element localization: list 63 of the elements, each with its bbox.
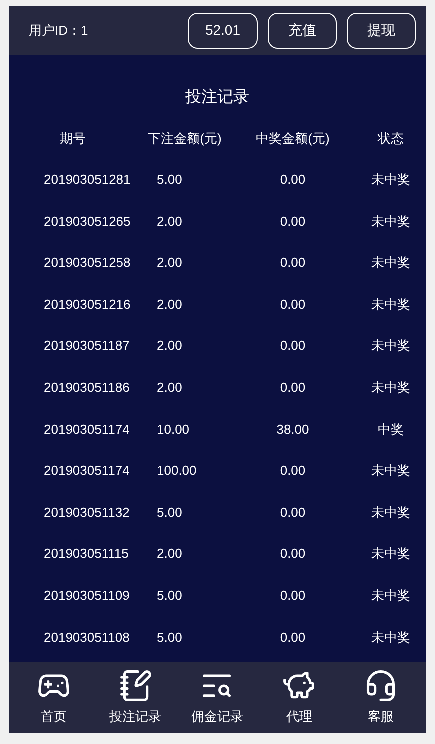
table-cell-text: 5.00 xyxy=(156,586,184,605)
table-cell-text: 201903051187 xyxy=(43,337,131,356)
table-cell-text: 201903051265 xyxy=(43,212,132,231)
table-cell-text: 201903051186 xyxy=(43,379,131,398)
table-cell-text: 0.00 xyxy=(279,296,307,314)
table-cell-text: 中奖 xyxy=(377,420,405,439)
nav-tab[interactable]: 佣金记录 xyxy=(178,668,256,726)
user-id: 用户ID：1 xyxy=(29,22,90,40)
recharge-button[interactable]: 充值 xyxy=(268,12,337,48)
table-cell-text: 5.00 xyxy=(156,504,184,522)
table-cell-text: 未中奖 xyxy=(370,296,412,314)
table-cell-text: 201903051115 xyxy=(43,545,130,564)
table-cell-text: 0.00 xyxy=(279,586,307,605)
table-cell-text: 未中奖 xyxy=(370,212,412,231)
balance-button[interactable]: 52.01 xyxy=(188,12,258,48)
table-cell-text: 38.00 xyxy=(276,420,310,439)
column-header: 下注金额(元) xyxy=(147,130,223,148)
table-cell-text: 10.00 xyxy=(156,420,191,439)
table-cell-text: 未中奖 xyxy=(370,586,412,605)
page-title: 投注记录 xyxy=(184,88,250,108)
nav-tab[interactable]: 投注记录 xyxy=(96,668,175,726)
table-cell-text: 5.00 xyxy=(156,628,184,647)
table-cell-text: 201903051132 xyxy=(43,504,131,522)
nav-tab[interactable]: 客服 xyxy=(342,668,420,726)
table-cell-text: 2.00 xyxy=(156,212,184,231)
table-cell-text: 0.00 xyxy=(279,628,307,647)
table-cell-text: 100.00 xyxy=(156,462,198,480)
table-cell-text: 2.00 xyxy=(156,337,184,356)
table-cell-text: 201903051174 xyxy=(43,420,131,439)
table-cell-text: 0.00 xyxy=(279,462,307,480)
table-cell-text: 2.00 xyxy=(156,379,184,398)
table-cell-text: 未中奖 xyxy=(370,171,412,190)
table-cell-text: 0.00 xyxy=(279,379,307,398)
table-cell-text: 未中奖 xyxy=(370,504,412,522)
table-cell-text: 5.00 xyxy=(156,171,184,190)
table-cell-text: 未中奖 xyxy=(370,462,412,480)
withdraw-button[interactable]: 提现 xyxy=(347,12,416,48)
table-cell-text: 201903051108 xyxy=(43,628,131,647)
table-cell-text: 0.00 xyxy=(279,212,307,231)
table-cell-text: 201903051216 xyxy=(43,296,132,314)
nav-tab[interactable]: 首页 xyxy=(14,668,93,726)
table-cell-text: 2.00 xyxy=(156,296,184,314)
table-cell-text: 201903051109 xyxy=(43,586,131,605)
table-cell-text: 2.00 xyxy=(156,545,184,564)
table-cell-text: 未中奖 xyxy=(370,545,412,564)
table-cell-text: 2.00 xyxy=(156,254,184,272)
nav-tab[interactable]: 代理 xyxy=(260,668,338,726)
column-header: 中奖金额(元) xyxy=(255,130,331,148)
table-cell-text: 未中奖 xyxy=(370,379,412,398)
table-cell-text: 0.00 xyxy=(279,171,307,190)
table-cell-text: 0.00 xyxy=(279,337,307,356)
table-cell-text: 0.00 xyxy=(279,504,307,522)
column-header: 期号 xyxy=(59,130,87,148)
column-header: 状态 xyxy=(376,130,405,148)
table-cell-text: 0.00 xyxy=(279,254,307,272)
table-cell-text: 201903051174 xyxy=(43,462,131,480)
table-cell-text: 未中奖 xyxy=(370,254,412,272)
table-cell-text: 201903051281 xyxy=(43,171,132,190)
table-cell-text: 未中奖 xyxy=(370,337,412,356)
table-cell-text: 201903051258 xyxy=(43,254,132,272)
table-cell-text: 0.00 xyxy=(279,545,307,564)
notepad-pen-icon xyxy=(118,668,153,703)
table-cell-text: 未中奖 xyxy=(370,628,412,647)
